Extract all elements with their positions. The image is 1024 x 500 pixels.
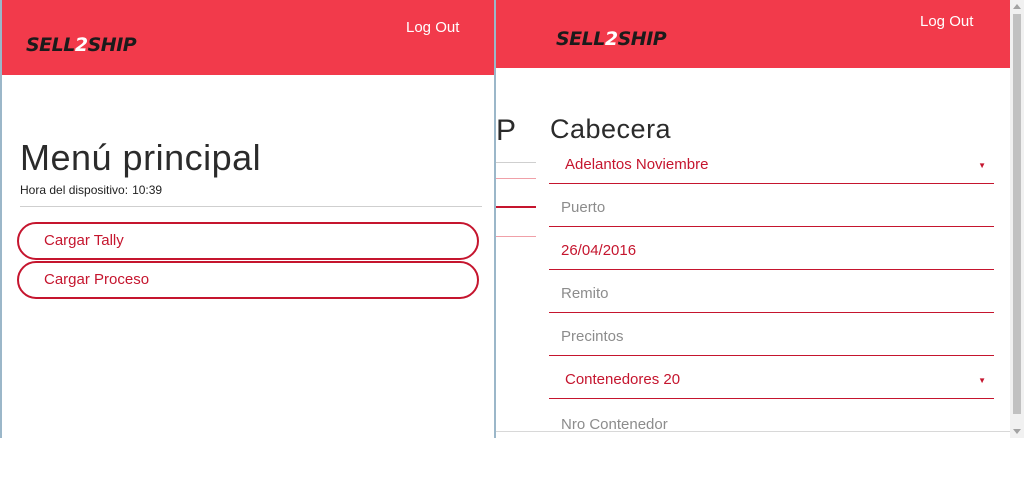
device-time: Hora del dispositivo: 10:39 [20,183,162,197]
remito-input[interactable]: Remito [549,277,994,313]
fecha-value: 26/04/2016 [561,242,637,259]
viewport-bottom-edge [496,431,1010,432]
fecha-input[interactable]: 26/04/2016 [549,234,994,270]
cargar-proceso-button[interactable]: Cargar Proceso [17,261,479,299]
dropdown-caret-icon: ▼ [978,376,986,385]
cabecera-select-value: Adelantos Noviembre [565,156,709,173]
app-stage: SELL2SHIP Log Out Menú principal Hora de… [0,0,1024,500]
app-header: SELL2SHIP Log Out [496,0,1010,68]
scrollbar-thumb[interactable] [1013,14,1021,414]
cabecera-select[interactable]: Adelantos Noviembre ▼ [549,148,994,184]
nro-contenedor-placeholder: Nro Contenedor [561,416,668,432]
device-time-value: 10:39 [132,183,163,197]
precintos-placeholder: Precintos [561,328,624,345]
app-header: SELL2SHIP Log Out [2,0,494,75]
cargar-tally-button[interactable]: Cargar Tally [17,222,479,260]
puerto-placeholder: Puerto [561,199,606,216]
scroll-down-arrow-icon[interactable] [1010,424,1024,438]
background-view-line [496,162,536,163]
scroll-up-arrow-icon[interactable] [1010,0,1024,14]
background-view-line [496,206,536,208]
page-title: Menú principal [20,137,262,178]
background-view-line [496,236,536,237]
sell2ship-logo: SELL2SHIP [26,34,137,56]
precintos-input[interactable]: Precintos [549,320,994,356]
logout-link[interactable]: Log Out [920,13,973,30]
contenedores-select-value: Contenedores 20 [565,371,681,388]
remito-placeholder: Remito [561,285,609,302]
puerto-input[interactable]: Puerto [549,191,994,227]
nro-contenedor-input[interactable]: Nro Contenedor [549,408,994,432]
device-time-label: Hora del dispositivo: [20,183,129,197]
main-menu-screen: SELL2SHIP Log Out Menú principal Hora de… [0,0,496,438]
form-title: Cabecera [550,114,672,144]
contenedores-select[interactable]: Contenedores 20 ▼ [549,363,994,399]
dropdown-caret-icon: ▼ [978,161,986,170]
logout-link[interactable]: Log Out [406,19,459,36]
divider [20,206,482,207]
background-view-glyph: P [496,114,517,147]
vertical-scrollbar[interactable] [1010,0,1024,438]
background-view-line [496,178,536,179]
sell2ship-logo: SELL2SHIP [556,28,667,50]
